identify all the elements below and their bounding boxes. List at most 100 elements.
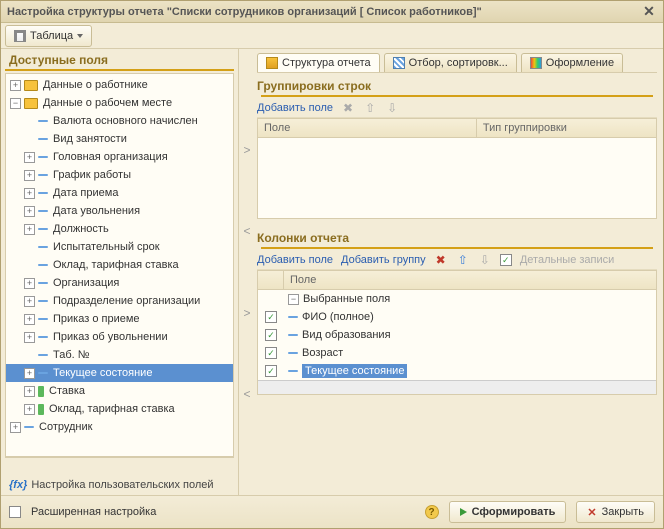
tree-item[interactable]: +Приказ о приеме (6, 310, 233, 328)
folder-icon (24, 98, 38, 109)
tree-item[interactable]: +Организация (6, 274, 233, 292)
tab-design[interactable]: Оформление (521, 53, 623, 72)
expand-icon[interactable]: + (24, 206, 35, 217)
expand-icon[interactable]: + (24, 188, 35, 199)
field-icon (38, 174, 48, 176)
collapse-icon[interactable]: − (288, 294, 299, 305)
expand-icon[interactable]: + (10, 80, 21, 91)
field-icon (38, 210, 48, 212)
field-icon (288, 334, 298, 336)
row-checkbox[interactable]: ✓ (265, 365, 277, 377)
move-up-icon[interactable]: ⇧ (456, 253, 470, 267)
expand-icon[interactable]: + (24, 224, 35, 235)
expand-icon[interactable]: + (24, 170, 35, 181)
available-fields-heading: Доступные поля (1, 49, 238, 69)
expand-icon[interactable]: + (24, 278, 35, 289)
add-group-link[interactable]: Добавить группу (341, 254, 426, 266)
top-toolbar: Таблица (1, 23, 663, 49)
details-label: Детальные записи (520, 254, 614, 266)
tree-item[interactable]: Таб. № (6, 346, 233, 364)
tree-item[interactable]: Вид занятости (6, 130, 233, 148)
add-field-link[interactable]: Добавить поле (257, 102, 333, 114)
move-left-icon[interactable]: < (243, 224, 250, 238)
x-icon: ✕ (587, 506, 596, 519)
columns-root-row[interactable]: −Выбранные поля (258, 290, 656, 308)
row-checkbox[interactable]: ✓ (265, 311, 277, 323)
tree-item[interactable]: +Приказ об увольнении (6, 328, 233, 346)
expand-icon[interactable]: + (24, 332, 35, 343)
tree-item[interactable]: +Ставка (6, 382, 233, 400)
extended-checkbox[interactable]: ✓ (9, 506, 21, 518)
field-icon (38, 192, 48, 194)
field-icon (288, 352, 298, 354)
horizontal-scrollbar[interactable] (258, 380, 656, 394)
delete-icon[interactable]: ✖ (341, 101, 355, 115)
field-icon (38, 318, 48, 320)
columns-row[interactable]: ✓ Возраст (258, 344, 656, 362)
help-icon[interactable]: ? (425, 505, 439, 519)
titlebar: Настройка структуры отчета "Списки сотру… (1, 1, 663, 23)
delete-icon[interactable]: ✖ (434, 253, 448, 267)
resource-icon (38, 386, 44, 397)
tree-item[interactable]: Валюта основного начислен (6, 112, 233, 130)
row-checkbox[interactable]: ✓ (265, 347, 277, 359)
tree-item[interactable]: +График работы (6, 166, 233, 184)
move-down-icon[interactable]: ⇩ (478, 253, 492, 267)
tab-filter-sort[interactable]: Отбор, сортировк... (384, 53, 517, 72)
field-icon (38, 120, 48, 122)
tree-item-selected[interactable]: +Текущее состояние (6, 364, 233, 382)
user-fields-link[interactable]: {fx} Настройка пользовательских полей (1, 475, 238, 495)
tree-item[interactable]: +Должность (6, 220, 233, 238)
move-up-icon[interactable]: ⇧ (363, 101, 377, 115)
col-field: Поле (258, 119, 477, 137)
close-icon[interactable]: ✕ (641, 4, 657, 20)
details-checkbox[interactable]: ✓ (500, 254, 512, 266)
tree-item[interactable]: +Оклад, тарифная ставка (6, 400, 233, 418)
tree-item[interactable]: Оклад, тарифная ставка (6, 256, 233, 274)
field-icon (38, 138, 48, 140)
expand-icon[interactable]: + (24, 404, 35, 415)
field-icon (24, 426, 34, 428)
extended-label: Расширенная настройка (31, 506, 156, 518)
close-button[interactable]: ✕ Закрыть (576, 501, 655, 523)
resource-icon (38, 404, 44, 415)
move-left-icon-2[interactable]: < (243, 387, 250, 401)
columns-row[interactable]: ✓ Вид образования (258, 326, 656, 344)
field-icon (38, 228, 48, 230)
expand-icon[interactable]: + (10, 422, 21, 433)
field-icon (288, 316, 298, 318)
tree-item[interactable]: +Подразделение организации (6, 292, 233, 310)
tree-item[interactable]: +Дата приема (6, 184, 233, 202)
expand-icon[interactable]: + (24, 314, 35, 325)
available-fields-tree[interactable]: + Данные о работнике − Данные о рабочем … (5, 73, 234, 457)
add-field-link-2[interactable]: Добавить поле (257, 254, 333, 266)
tree-item[interactable]: +Дата увольнения (6, 202, 233, 220)
field-icon (38, 336, 48, 338)
field-icon (38, 246, 48, 248)
move-down-icon[interactable]: ⇩ (385, 101, 399, 115)
generate-button[interactable]: Сформировать (449, 501, 567, 523)
expand-icon[interactable]: + (24, 368, 35, 379)
tree-node-employee[interactable]: + Сотрудник (6, 418, 233, 436)
row-checkbox[interactable]: ✓ (265, 329, 277, 341)
expand-icon[interactable]: + (24, 386, 35, 397)
collapse-icon[interactable]: − (10, 98, 21, 109)
grid-icon (14, 30, 26, 42)
structure-icon (266, 57, 278, 69)
row-groups-grid[interactable]: Поле Тип группировки (257, 118, 657, 219)
table-mode-label: Таблица (30, 30, 73, 42)
tree-node-workplace-data[interactable]: − Данные о рабочем месте (6, 94, 233, 112)
table-mode-button[interactable]: Таблица (5, 25, 92, 47)
move-right-icon[interactable]: > (243, 143, 250, 157)
expand-icon[interactable]: + (24, 296, 35, 307)
columns-row-selected[interactable]: ✓ Текущее состояние (258, 362, 656, 380)
expand-icon[interactable]: + (24, 152, 35, 163)
row-groups-heading: Группировки строк (257, 77, 657, 95)
tree-item[interactable]: +Головная организация (6, 148, 233, 166)
tree-node-worker-data[interactable]: + Данные о работнике (6, 76, 233, 94)
move-right-icon-2[interactable]: > (243, 306, 250, 320)
tree-item[interactable]: Испытательный срок (6, 238, 233, 256)
columns-grid[interactable]: Поле −Выбранные поля ✓ ФИО (полное) ✓ (257, 270, 657, 395)
tab-structure[interactable]: Структура отчета (257, 53, 380, 72)
columns-row[interactable]: ✓ ФИО (полное) (258, 308, 656, 326)
